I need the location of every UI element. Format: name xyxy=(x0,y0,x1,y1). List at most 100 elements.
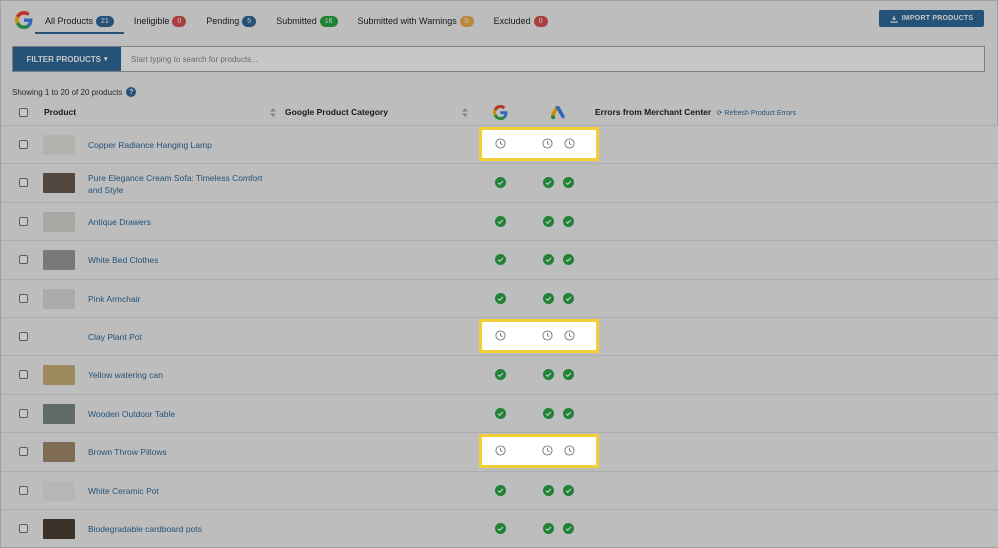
row-checkbox[interactable] xyxy=(19,294,28,303)
table-row[interactable]: White Bed Clothes xyxy=(1,240,998,278)
product-name-link[interactable]: Brown Throw Pillows xyxy=(88,446,468,458)
tab-pending[interactable]: Pending 5 xyxy=(196,1,266,41)
filter-bar: FILTER PRODUCTS ▾ xyxy=(12,46,985,72)
row-checkbox[interactable] xyxy=(19,332,28,341)
google-logo-icon xyxy=(15,11,33,29)
tab-label: Ineligible xyxy=(133,16,170,26)
count-badge: 0 xyxy=(533,15,548,27)
tab-excluded[interactable]: Excluded 0 xyxy=(484,1,558,41)
sort-icon[interactable] xyxy=(270,108,276,117)
product-name-link[interactable]: Biodegradable cardboard pots xyxy=(88,523,468,535)
approved-check-icon xyxy=(495,485,506,496)
tab-ineligible[interactable]: Ineligible 0 xyxy=(124,1,196,41)
filter-products-button[interactable]: FILTER PRODUCTS ▾ xyxy=(13,47,121,71)
table-row[interactable]: Wooden Outdoor Table xyxy=(1,394,998,432)
row-checkbox[interactable] xyxy=(19,255,28,264)
status-tabs: All Products 21 Ineligible 0 Pending 5 Submitt… xyxy=(35,1,558,41)
row-checkbox[interactable] xyxy=(19,217,28,226)
sort-icon[interactable] xyxy=(462,108,468,117)
approved-check-icon xyxy=(563,177,574,188)
count-badge: 0 xyxy=(172,15,187,27)
table-row[interactable]: Yellow watering can xyxy=(1,355,998,393)
top-tabs-bar: All Products 21 Ineligible 0 Pending 5 Submitt… xyxy=(1,1,998,41)
approved-check-icon xyxy=(495,523,506,534)
approved-check-icon xyxy=(495,369,506,380)
product-name-link[interactable]: Yellow watering can xyxy=(88,369,468,381)
row-checkbox[interactable] xyxy=(19,140,28,149)
product-thumbnail xyxy=(43,135,75,155)
row-checkbox[interactable] xyxy=(19,447,28,456)
tab-label: Excluded xyxy=(493,16,531,26)
approved-check-icon xyxy=(543,216,554,227)
tab-submitted[interactable]: Submitted 16 xyxy=(266,1,347,41)
refresh-errors-label: Refresh Product Errors xyxy=(724,110,796,117)
select-all-checkbox[interactable] xyxy=(19,108,28,117)
product-name-link[interactable]: Pink Armchair xyxy=(88,293,468,305)
row-checkbox[interactable] xyxy=(19,524,28,533)
product-thumbnail xyxy=(43,250,75,270)
column-header-product[interactable]: Product xyxy=(44,107,76,117)
product-thumbnail xyxy=(43,442,75,462)
approved-check-icon xyxy=(495,293,506,304)
refresh-icon: ⟳ xyxy=(716,110,723,117)
column-header-category[interactable]: Google Product Category xyxy=(285,107,388,117)
row-checkbox[interactable] xyxy=(19,178,28,187)
pending-clock-icon xyxy=(495,330,506,341)
table-row[interactable]: White Ceramic Pot xyxy=(1,471,998,509)
table-row[interactable]: Pure Elegance Cream Sofa: Timeless Comfo… xyxy=(1,163,998,201)
refresh-product-errors-link[interactable]: ⟳ Refresh Product Errors xyxy=(717,110,796,117)
download-icon xyxy=(890,15,898,23)
product-name-link[interactable]: Copper Radiance Hanging Lamp xyxy=(88,139,468,151)
help-icon[interactable]: ? xyxy=(126,87,137,97)
product-search-input[interactable] xyxy=(121,47,984,71)
tab-submitted-with-warnings[interactable]: Submitted with Warnings 0 xyxy=(348,1,484,41)
import-products-label: IMPORT PRODUCTS xyxy=(901,15,974,22)
count-badge: 0 xyxy=(459,15,474,27)
approved-check-icon xyxy=(563,485,574,496)
google-ads-icon xyxy=(551,106,565,120)
table-row[interactable]: Biodegradable cardboard pots xyxy=(1,509,998,547)
row-checkbox[interactable] xyxy=(19,486,28,495)
product-name-link[interactable]: White Ceramic Pot xyxy=(88,485,468,497)
approved-check-icon xyxy=(495,408,506,419)
approved-check-icon xyxy=(563,254,574,265)
results-summary: Showing 1 to 20 of 20 products ? xyxy=(12,87,137,97)
product-name-link[interactable]: Wooden Outdoor Table xyxy=(88,408,468,420)
pending-status-highlight xyxy=(479,434,599,468)
approved-check-icon xyxy=(563,216,574,227)
pending-clock-icon xyxy=(495,138,506,149)
product-thumbnail xyxy=(43,365,75,385)
tab-label: Submitted xyxy=(276,16,317,26)
pending-clock-icon xyxy=(564,330,575,341)
pending-status-highlight xyxy=(479,127,599,161)
tab-label: Submitted with Warnings xyxy=(357,16,457,26)
product-thumbnail xyxy=(43,289,75,309)
pending-clock-icon xyxy=(542,330,553,341)
table-row[interactable]: Antique Drawers xyxy=(1,202,998,240)
pending-clock-icon xyxy=(542,138,553,149)
product-thumbnail xyxy=(43,481,75,501)
product-name-link[interactable]: Clay Plant Pot xyxy=(88,331,468,343)
count-badge: 5 xyxy=(242,15,257,27)
product-name-link[interactable]: Pure Elegance Cream Sofa: Timeless Comfo… xyxy=(88,172,278,196)
product-thumbnail xyxy=(43,173,75,193)
table-row[interactable]: Pink Armchair xyxy=(1,279,998,317)
tab-label: All Products xyxy=(45,16,94,26)
tab-all-products[interactable]: All Products 21 xyxy=(35,1,124,41)
row-checkbox[interactable] xyxy=(19,409,28,418)
approved-check-icon xyxy=(543,485,554,496)
product-thumbnail xyxy=(43,212,75,232)
product-name-link[interactable]: White Bed Clothes xyxy=(88,254,468,266)
row-checkbox[interactable] xyxy=(19,370,28,379)
pending-clock-icon xyxy=(542,445,553,456)
product-name-link[interactable]: Antique Drawers xyxy=(88,216,468,228)
approved-check-icon xyxy=(563,293,574,304)
pending-clock-icon xyxy=(564,445,575,456)
errors-header-label: Errors from Merchant Center xyxy=(595,107,712,117)
product-thumbnail xyxy=(43,519,75,539)
product-thumbnail xyxy=(43,327,75,347)
pending-status-highlight xyxy=(479,319,599,353)
product-thumbnail xyxy=(43,404,75,424)
import-products-button[interactable]: IMPORT PRODUCTS xyxy=(879,10,984,27)
column-header-errors: Errors from Merchant Center ⟳ Refresh Pr… xyxy=(595,107,796,117)
